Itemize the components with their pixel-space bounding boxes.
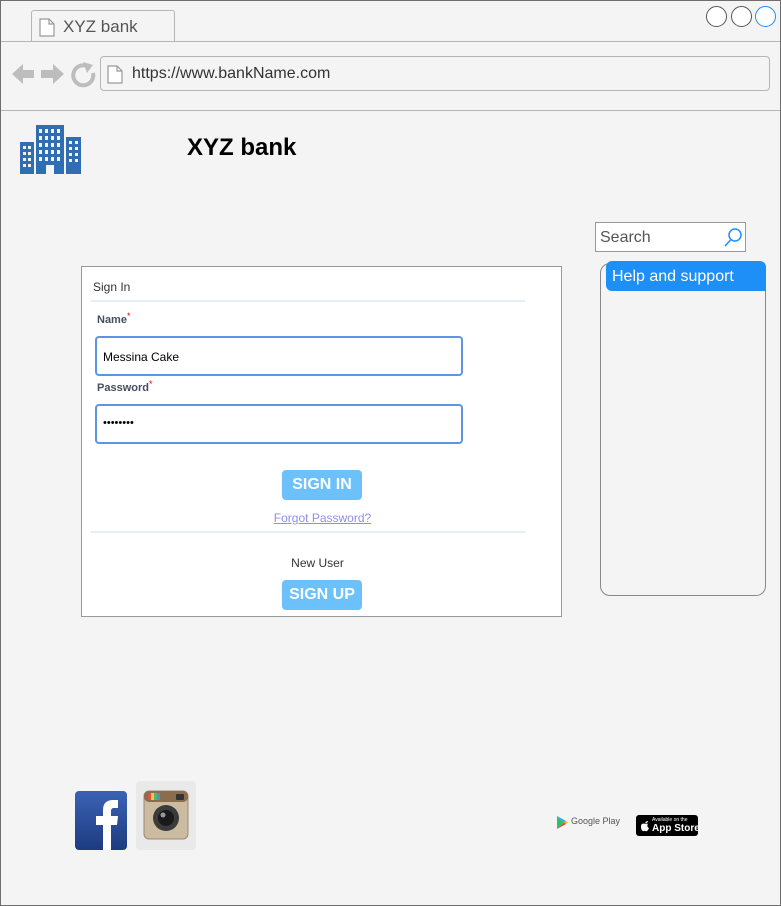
app-store-badge[interactable]: Available on the App Store [636, 815, 700, 837]
browser-window: XYZ bank https://www.bankName.com XYZ ba… [0, 0, 781, 906]
url-text: https://www.bankName.com [132, 65, 331, 82]
navigation-buttons [11, 62, 96, 93]
divider [91, 300, 525, 302]
password-label: Password [97, 382, 149, 394]
search-icon[interactable] [724, 228, 742, 253]
tab-title: XYZ bank [63, 17, 138, 36]
close-button[interactable] [755, 6, 776, 27]
divider [91, 531, 525, 533]
signin-form: Sign In Name * Messina Cake Password * •… [81, 266, 562, 617]
apple-icon [640, 819, 650, 837]
app-store-label: App Store [652, 823, 700, 834]
password-value: •••••••• [103, 417, 134, 429]
facebook-icon[interactable] [75, 791, 127, 855]
minimize-button[interactable] [706, 6, 727, 27]
address-toolbar: https://www.bankName.com [1, 42, 780, 111]
reload-icon[interactable] [71, 62, 96, 88]
forward-arrow-icon[interactable] [41, 64, 64, 84]
search-box[interactable]: Search [595, 222, 746, 252]
help-and-support-button[interactable]: Help and support [606, 261, 766, 291]
search-input[interactable]: Search [600, 229, 651, 247]
name-field[interactable]: Messina Cake [95, 336, 463, 376]
address-bar[interactable]: https://www.bankName.com [100, 56, 770, 91]
sign-up-button[interactable]: SIGN UP [282, 580, 362, 610]
back-arrow-icon[interactable] [12, 64, 34, 84]
browser-tab[interactable]: XYZ bank [31, 10, 175, 41]
help-panel [600, 263, 766, 596]
page-icon [39, 18, 55, 42]
signin-title: Sign In [93, 280, 131, 294]
building-icon [20, 125, 81, 179]
tab-bar: XYZ bank [1, 1, 780, 42]
password-field[interactable]: •••••••• [95, 404, 463, 444]
maximize-button[interactable] [731, 6, 752, 27]
brand-title: XYZ bank [187, 134, 297, 161]
required-marker: * [127, 311, 131, 321]
new-user-label: New User [291, 556, 344, 570]
forgot-password-link[interactable]: Forgot Password? [82, 511, 563, 525]
help-title: Help and support [612, 268, 734, 285]
name-value: Messina Cake [103, 350, 180, 364]
page-icon [107, 65, 123, 89]
instagram-icon[interactable] [136, 781, 196, 855]
sign-in-button[interactable]: SIGN IN [282, 470, 362, 500]
google-play-label: Google Play [571, 816, 621, 826]
required-marker: * [149, 379, 153, 389]
name-label: Name [97, 314, 127, 326]
